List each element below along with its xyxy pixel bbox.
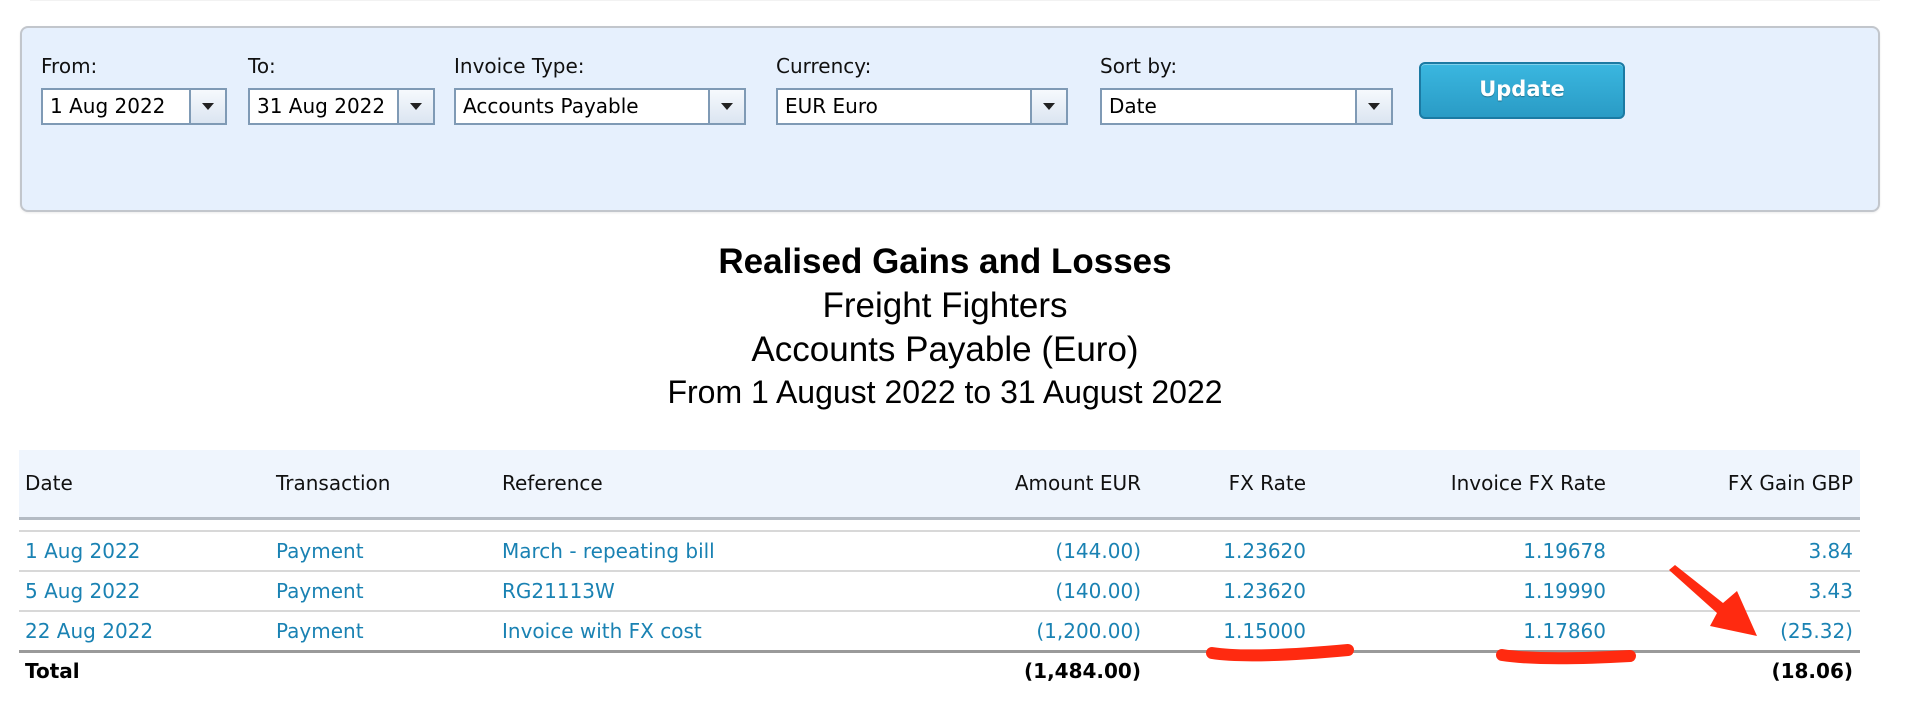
table-row: 22 Aug 2022 Payment Invoice with FX cost… (19, 612, 1860, 653)
column-header-fx-gain[interactable]: FX Gain GBP (1728, 470, 1853, 496)
row-fx-gain-link[interactable]: 3.43 (1808, 578, 1853, 604)
currency-dropdown-button[interactable] (1030, 90, 1066, 123)
sort-by-label: Sort by: (1100, 54, 1178, 78)
row-fx-gain-link[interactable]: 3.84 (1808, 538, 1853, 564)
row-amount-link[interactable]: (140.00) (1055, 578, 1141, 604)
to-date-value[interactable]: 31 Aug 2022 (250, 90, 397, 123)
chevron-down-icon (202, 103, 214, 110)
invoice-type-select[interactable]: Accounts Payable (454, 88, 746, 125)
chevron-down-icon (410, 103, 422, 110)
to-date-select[interactable]: 31 Aug 2022 (248, 88, 435, 125)
sort-by-dropdown-button[interactable] (1355, 90, 1391, 123)
row-invoice-fx-rate-link[interactable]: 1.19678 (1523, 538, 1606, 564)
row-fx-rate-link[interactable]: 1.23620 (1223, 578, 1306, 604)
column-header-reference[interactable]: Reference (502, 470, 603, 496)
organisation-name: Freight Fighters (822, 286, 1068, 325)
header-spacer (19, 520, 1860, 532)
row-reference-link[interactable]: Invoice with FX cost (502, 618, 702, 644)
row-fx-rate-link[interactable]: 1.23620 (1223, 538, 1306, 564)
row-fx-rate-link[interactable]: 1.15000 (1223, 618, 1306, 644)
table-header: Date Transaction Reference Amount EUR FX… (19, 450, 1860, 520)
row-date-link[interactable]: 1 Aug 2022 (25, 538, 140, 564)
chevron-down-icon (721, 103, 733, 110)
row-invoice-fx-rate-link[interactable]: 1.17860 (1523, 618, 1606, 644)
invoice-type-field: Invoice Type: Accounts Payable (454, 54, 746, 125)
to-label: To: (248, 54, 276, 78)
total-fx-gain: (18.06) (1771, 659, 1853, 683)
currency-select[interactable]: EUR Euro (776, 88, 1068, 125)
row-date-link[interactable]: 22 Aug 2022 (25, 618, 153, 644)
filter-panel: From: 1 Aug 2022 To: 31 Aug 2022 Invoice… (20, 26, 1880, 212)
row-transaction-link[interactable]: Payment (276, 618, 364, 644)
from-label: From: (41, 54, 98, 78)
sort-by-field: Sort by: Date (1100, 54, 1393, 125)
to-field: To: 31 Aug 2022 (248, 54, 435, 125)
gains-losses-table: Date Transaction Reference Amount EUR FX… (19, 450, 1860, 693)
report-heading: Realised Gains and Losses Freight Fighte… (0, 240, 1890, 412)
table-row: 1 Aug 2022 Payment March - repeating bil… (19, 532, 1860, 572)
total-amount: (1,484.00) (1024, 659, 1141, 683)
column-header-transaction[interactable]: Transaction (276, 470, 390, 496)
row-invoice-fx-rate-link[interactable]: 1.19990 (1523, 578, 1606, 604)
currency-label: Currency: (776, 54, 872, 78)
sort-by-select[interactable]: Date (1100, 88, 1393, 125)
from-date-select[interactable]: 1 Aug 2022 (41, 88, 227, 125)
report-date-range: From 1 August 2022 to 31 August 2022 (667, 374, 1223, 410)
currency-field: Currency: EUR Euro (776, 54, 1068, 125)
report-subtitle: Accounts Payable (Euro) (751, 330, 1139, 369)
from-date-value[interactable]: 1 Aug 2022 (43, 90, 189, 123)
invoice-type-label: Invoice Type: (454, 54, 585, 78)
currency-value[interactable]: EUR Euro (778, 90, 1030, 123)
from-dropdown-button[interactable] (189, 90, 225, 123)
table-row: 5 Aug 2022 Payment RG21113W (140.00) 1.2… (19, 572, 1860, 612)
invoice-type-dropdown-button[interactable] (708, 90, 744, 123)
invoice-type-value[interactable]: Accounts Payable (456, 90, 708, 123)
row-amount-link[interactable]: (1,200.00) (1036, 618, 1141, 644)
update-button[interactable]: Update (1419, 62, 1625, 119)
column-header-invoice-fx-rate[interactable]: Invoice FX Rate (1451, 470, 1606, 496)
row-transaction-link[interactable]: Payment (276, 538, 364, 564)
column-header-date[interactable]: Date (25, 470, 73, 496)
row-transaction-link[interactable]: Payment (276, 578, 364, 604)
from-field: From: 1 Aug 2022 (41, 54, 227, 125)
row-reference-link[interactable]: RG21113W (502, 578, 615, 604)
row-amount-link[interactable]: (144.00) (1055, 538, 1141, 564)
report-title: Realised Gains and Losses (718, 242, 1172, 281)
chevron-down-icon (1043, 103, 1055, 110)
column-header-fx-rate[interactable]: FX Rate (1229, 470, 1306, 496)
total-label: Total (25, 659, 80, 683)
to-dropdown-button[interactable] (397, 90, 433, 123)
chevron-down-icon (1368, 103, 1380, 110)
row-date-link[interactable]: 5 Aug 2022 (25, 578, 140, 604)
sort-by-value[interactable]: Date (1102, 90, 1355, 123)
row-fx-gain-link[interactable]: (25.32) (1780, 618, 1853, 644)
row-reference-link[interactable]: March - repeating bill (502, 538, 715, 564)
top-divider (30, 0, 1880, 1)
total-row: Total (1,484.00) (18.06) (19, 653, 1860, 693)
column-header-amount[interactable]: Amount EUR (1015, 470, 1141, 496)
